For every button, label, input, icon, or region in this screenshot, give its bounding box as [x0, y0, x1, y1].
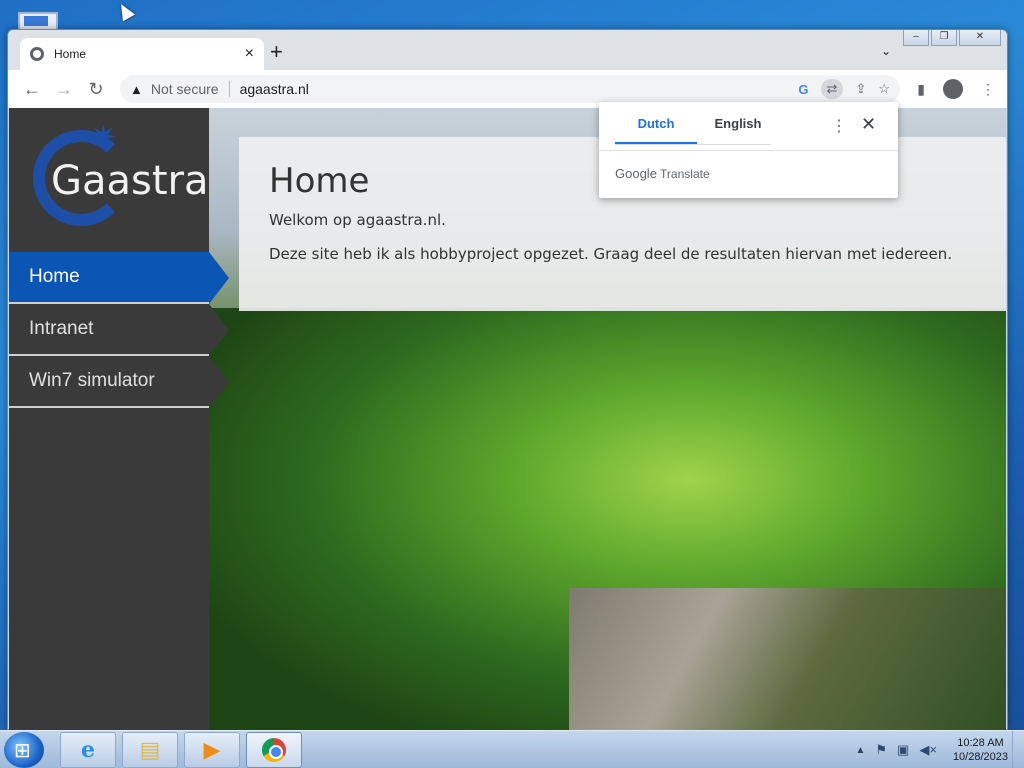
side-panel-icon[interactable]: ▮: [917, 81, 925, 98]
clock-time: 10:28 AM: [957, 737, 1004, 749]
more-options-icon[interactable]: ⋮: [831, 116, 847, 136]
taskbar: e ▤ ▶ ▲ ⚑ ▣ ◀× 10:28 AM 10/28/2023: [0, 730, 1024, 768]
popup-divider: [599, 150, 898, 151]
window-controls: – ❐ ✕: [903, 30, 1001, 46]
address-bar[interactable]: ▲ Not secure agaastra.nl G ⇄ ⇪ ☆: [120, 75, 900, 103]
minimize-button[interactable]: –: [903, 30, 929, 46]
welcome-text: Welkom op agaastra.nl.: [269, 211, 446, 229]
forward-arrow-icon[interactable]: →: [48, 79, 80, 100]
media-player-icon[interactable]: ▶: [184, 732, 240, 768]
clock-date: 10/28/2023: [952, 751, 1008, 763]
nav-item-intranet[interactable]: Intranet: [9, 304, 229, 356]
language-tabs: Dutch English: [615, 116, 779, 144]
globe-icon: [30, 47, 44, 61]
reload-icon[interactable]: ↻: [80, 79, 112, 100]
start-button[interactable]: [4, 732, 44, 768]
translate-popup: Dutch English ⋮ ✕ Google Translate: [599, 102, 898, 198]
restore-button[interactable]: ❐: [931, 30, 957, 46]
mouse-cursor-icon: [114, 0, 136, 22]
new-tab-button[interactable]: +: [270, 41, 283, 63]
tab-close-icon[interactable]: ×: [245, 45, 254, 63]
share-icon[interactable]: ⇪: [855, 81, 866, 97]
volume-muted-icon[interactable]: ◀×: [919, 742, 937, 758]
show-desktop-button[interactable]: [1012, 731, 1024, 768]
nav-item-win7-simulator[interactable]: Win7 simulator: [9, 356, 229, 408]
gaastra-logo[interactable]: ✷ Gaastra: [33, 119, 209, 232]
window-close-button[interactable]: ✕: [959, 30, 1001, 46]
network-icon[interactable]: ▣: [897, 742, 909, 758]
google-translate-brand: Google Translate: [615, 166, 710, 181]
web-page: ✷ Gaastra Home Intranet Win7 simulator H…: [9, 108, 1006, 730]
logo-text: Gaastra: [51, 158, 209, 204]
address-bar-actions: G ⇄ ⇪ ☆: [798, 79, 890, 99]
nav-item-home[interactable]: Home: [9, 252, 229, 304]
back-arrow-icon[interactable]: ←: [16, 79, 48, 100]
url-text[interactable]: agaastra.nl: [240, 81, 309, 97]
profile-avatar-icon[interactable]: [943, 79, 963, 99]
chrome-icon: [262, 738, 286, 762]
toolbar-right: ▮ ⋮: [917, 79, 995, 99]
translate-icon[interactable]: ⇄: [820, 79, 844, 99]
internet-explorer-icon[interactable]: e: [60, 732, 116, 768]
tabs-underline: [615, 144, 771, 145]
google-lens-icon[interactable]: G: [798, 82, 808, 97]
site-sidebar: ✷ Gaastra Home Intranet Win7 simulator: [9, 108, 229, 730]
tab-home[interactable]: Home ×: [20, 38, 264, 70]
warning-icon[interactable]: ▲: [130, 82, 143, 97]
logo-star-icon: ✷: [89, 119, 118, 157]
tab-english[interactable]: English: [697, 116, 779, 144]
intro-text: Deze site heb ik als hobbyproject opgeze…: [269, 245, 953, 263]
action-center-icon[interactable]: ⚑: [875, 742, 887, 758]
tab-search-chevron-icon[interactable]: ⌄: [881, 44, 891, 58]
address-separator: [228, 81, 230, 97]
clock[interactable]: 10:28 AM 10/28/2023: [953, 736, 1008, 764]
file-explorer-icon[interactable]: ▤: [122, 732, 178, 768]
site-nav: Home Intranet Win7 simulator: [9, 252, 229, 408]
brand-translate: Translate: [660, 167, 710, 181]
tab-strip: Home × + ⌄ – ❐ ✕: [8, 30, 1007, 70]
system-tray: ▲ ⚑ ▣ ◀× 10:28 AM 10/28/2023: [855, 731, 1024, 768]
bookmark-star-icon[interactable]: ☆: [878, 81, 890, 97]
tray-expand-icon[interactable]: ▲: [855, 745, 865, 756]
monitor-screen: [24, 16, 48, 26]
rock-cliff-background: [569, 588, 1006, 730]
brand-google: Google: [615, 166, 657, 181]
chrome-taskbar-button[interactable]: [246, 732, 302, 768]
security-label[interactable]: Not secure: [151, 81, 219, 97]
tab-dutch[interactable]: Dutch: [615, 116, 697, 144]
popup-close-icon[interactable]: ✕: [861, 114, 876, 135]
menu-kebab-icon[interactable]: ⋮: [981, 81, 995, 98]
tab-title: Home: [54, 47, 87, 61]
